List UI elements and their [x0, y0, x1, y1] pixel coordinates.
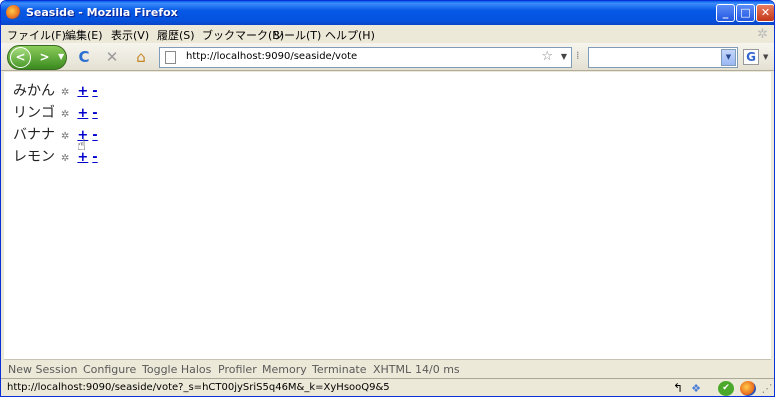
- check-ok-icon[interactable]: ✔: [718, 381, 734, 396]
- vote-minus-link[interactable]: -: [92, 128, 97, 143]
- vote-item: みかん ✲ + -: [13, 81, 98, 101]
- menu-view[interactable]: 表示(V): [111, 27, 149, 43]
- network-icon[interactable]: ❖: [688, 381, 704, 396]
- terminate-link[interactable]: Terminate: [312, 363, 367, 376]
- maximize-button[interactable]: □: [736, 4, 755, 22]
- vote-minus-link[interactable]: -: [92, 150, 97, 165]
- browser-window: Seaside - Mozilla Firefox _ □ ✕ ファイル(F) …: [0, 0, 775, 397]
- configure-link[interactable]: Configure: [83, 363, 136, 376]
- toolbar-grip-icon[interactable]: ⁞: [576, 49, 580, 62]
- vote-item: リンゴ ✲ + -: [13, 103, 98, 123]
- throbber-icon: ✲: [757, 27, 768, 42]
- menu-help[interactable]: ヘルプ(H): [325, 27, 375, 43]
- status-bar: http://localhost:9090/seaside/vote?_s=hC…: [1, 378, 774, 396]
- back-forward-group: < > ▼: [7, 45, 67, 70]
- reload-icon[interactable]: C: [75, 48, 93, 66]
- url-dropdown-icon[interactable]: ▼: [561, 52, 567, 61]
- firefox-status-icon[interactable]: [740, 381, 756, 396]
- item-name: リンゴ: [13, 105, 55, 121]
- url-text[interactable]: http://localhost:9090/seaside/vote: [186, 51, 357, 62]
- asterisk-icon: ✲: [61, 153, 70, 164]
- minimize-button[interactable]: _: [716, 4, 735, 22]
- hand-cursor-icon: ☝: [77, 136, 87, 154]
- vote-plus-link[interactable]: +: [77, 106, 88, 121]
- firefox-icon: [6, 5, 21, 20]
- item-name: みかん: [13, 83, 55, 99]
- item-name: バナナ: [13, 127, 55, 143]
- xhtml-link[interactable]: XHTML: [373, 363, 411, 376]
- page-content: みかん ✲ + - リンゴ ✲ + - バナナ ✲ + - レモン ✲ + -: [4, 72, 771, 361]
- status-text: http://localhost:9090/seaside/vote?_s=hC…: [7, 382, 390, 393]
- item-name: レモン: [13, 149, 55, 165]
- menu-tools[interactable]: ツール(T): [273, 27, 321, 43]
- bookmark-star-icon[interactable]: ☆: [541, 49, 553, 64]
- forward-arrow-icon[interactable]: >: [35, 48, 54, 67]
- window-title: Seaside - Mozilla Firefox: [26, 6, 178, 19]
- home-icon[interactable]: ⌂: [132, 48, 150, 66]
- title-bar: Seaside - Mozilla Firefox _ □ ✕: [1, 1, 774, 25]
- resize-grip-icon: ⋰: [761, 382, 773, 395]
- asterisk-icon: ✲: [61, 109, 70, 120]
- memory-link[interactable]: Memory: [262, 363, 307, 376]
- navigation-toolbar: < > ▼ C ✕ ⌂ http://localhost:9090/seasid…: [1, 43, 774, 71]
- google-icon[interactable]: G: [743, 49, 759, 65]
- resize-tool-icon[interactable]: ↰: [670, 381, 686, 396]
- render-time: 14/0 ms: [415, 363, 460, 376]
- history-dropdown-icon[interactable]: ▼: [58, 52, 64, 61]
- stop-icon[interactable]: ✕: [103, 48, 121, 66]
- menu-history[interactable]: 履歴(S): [157, 27, 195, 43]
- new-session-link[interactable]: New Session: [8, 363, 77, 376]
- asterisk-icon: ✲: [61, 87, 70, 98]
- url-bar[interactable]: http://localhost:9090/seaside/vote ☆ ▼: [159, 47, 572, 68]
- asterisk-icon: ✲: [61, 131, 70, 142]
- vote-minus-link[interactable]: -: [92, 84, 97, 99]
- menu-bar: ファイル(F) 編集(E) 表示(V) 履歴(S) ブックマーク(B) ツール(…: [1, 25, 774, 43]
- vote-plus-link[interactable]: +: [77, 84, 88, 99]
- search-input[interactable]: ▼: [588, 47, 738, 68]
- search-engine-dropdown-icon[interactable]: ▼: [763, 53, 768, 61]
- menu-file[interactable]: ファイル(F): [7, 27, 66, 43]
- seaside-toolbar: New Session Configure Toggle Halos Profi…: [4, 359, 771, 378]
- profiler-link[interactable]: Profiler: [218, 363, 257, 376]
- back-arrow-icon[interactable]: <: [10, 47, 31, 68]
- search-dropdown-icon[interactable]: ▼: [721, 49, 736, 66]
- page-icon: [165, 51, 176, 64]
- menu-bookmarks[interactable]: ブックマーク(B): [202, 27, 284, 43]
- toggle-halos-link[interactable]: Toggle Halos: [142, 363, 211, 376]
- vote-minus-link[interactable]: -: [92, 106, 97, 121]
- close-button[interactable]: ✕: [756, 4, 774, 22]
- menu-edit[interactable]: 編集(E): [65, 27, 103, 43]
